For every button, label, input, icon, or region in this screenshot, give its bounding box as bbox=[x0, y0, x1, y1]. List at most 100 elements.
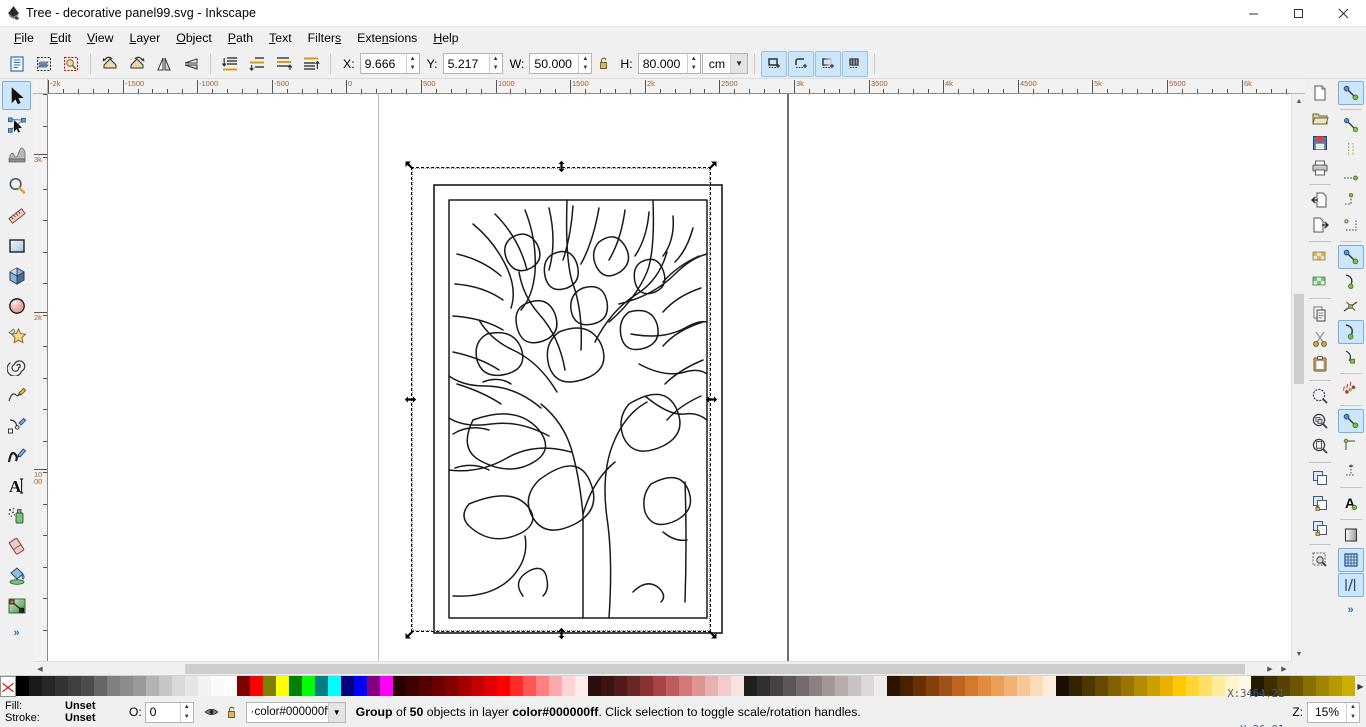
snap-enable-icon[interactable] bbox=[1337, 81, 1364, 105]
palette-swatch[interactable] bbox=[133, 676, 146, 696]
palette-swatch[interactable] bbox=[588, 676, 601, 696]
menu-edit[interactable]: Edit bbox=[42, 29, 79, 47]
vertical-scroll-thumb[interactable] bbox=[1294, 294, 1304, 384]
opacity-input[interactable] bbox=[145, 702, 180, 722]
undo-icon[interactable] bbox=[1307, 245, 1333, 269]
palette-swatch[interactable] bbox=[926, 676, 939, 696]
palette-swatch[interactable] bbox=[211, 676, 224, 696]
horizontal-scrollbar[interactable]: ◀ ▶ ▶ bbox=[33, 661, 1291, 675]
snap-bbox-edge-midpoints-icon[interactable] bbox=[1338, 188, 1364, 212]
palette-swatch[interactable] bbox=[1004, 676, 1017, 696]
cut-icon[interactable] bbox=[1307, 327, 1333, 351]
layer-selector[interactable]: ·color#000000ff ▼ bbox=[245, 701, 346, 723]
palette-swatch[interactable] bbox=[822, 676, 835, 696]
palette-swatch[interactable] bbox=[458, 676, 471, 696]
zoom-input[interactable] bbox=[1308, 702, 1346, 722]
snap-bbox-centers-icon[interactable] bbox=[1338, 213, 1364, 237]
palette-swatch[interactable] bbox=[289, 676, 302, 696]
zoom-field[interactable]: ▲▼ bbox=[1307, 701, 1360, 723]
snap-guides-icon[interactable] bbox=[1337, 573, 1364, 597]
x-spin-up[interactable]: ▲ bbox=[407, 54, 419, 64]
fill-value[interactable]: Unset bbox=[65, 700, 123, 712]
right-dock-overflow-button[interactable]: » bbox=[1347, 604, 1353, 616]
snap-text-baseline-icon[interactable]: A bbox=[1338, 491, 1364, 515]
menu-filters[interactable]: Filters bbox=[300, 29, 349, 47]
palette-swatch[interactable] bbox=[1342, 676, 1355, 696]
eye-icon[interactable] bbox=[202, 699, 222, 725]
palette-swatch[interactable] bbox=[523, 676, 536, 696]
palette-swatch[interactable] bbox=[94, 676, 107, 696]
palette-swatch[interactable] bbox=[159, 676, 172, 696]
palette-swatch[interactable] bbox=[172, 676, 185, 696]
palette-swatch[interactable] bbox=[939, 676, 952, 696]
palette-swatch[interactable] bbox=[1134, 676, 1147, 696]
copy-icon[interactable] bbox=[1307, 302, 1333, 326]
palette-swatch[interactable] bbox=[718, 676, 731, 696]
zoom-page-icon[interactable] bbox=[1307, 434, 1333, 458]
menu-path[interactable]: Path bbox=[220, 29, 261, 47]
scroll-left-arrow[interactable]: ◀ bbox=[33, 662, 47, 676]
bezier-pen-tool[interactable] bbox=[2, 411, 31, 440]
snap-rotation-centers-icon[interactable] bbox=[1337, 409, 1364, 433]
w-spinner[interactable]: ▲ ▼ bbox=[578, 54, 592, 73]
palette-swatch[interactable] bbox=[1082, 676, 1095, 696]
opacity-spinner[interactable]: ▲ ▼ bbox=[179, 702, 193, 722]
node-tool[interactable] bbox=[2, 111, 31, 140]
rectangle-tool[interactable] bbox=[2, 231, 31, 260]
fill-stroke-values[interactable]: Unset Unset bbox=[65, 700, 123, 724]
palette-swatch[interactable] bbox=[445, 676, 458, 696]
y-spin-up[interactable]: ▲ bbox=[490, 54, 502, 64]
layer-chevron-down-icon[interactable]: ▼ bbox=[327, 702, 345, 722]
palette-swatch[interactable] bbox=[432, 676, 445, 696]
pencil-tool[interactable] bbox=[2, 381, 31, 410]
palette-swatch[interactable] bbox=[328, 676, 341, 696]
snap-smooth-nodes-icon[interactable] bbox=[1337, 320, 1364, 344]
zoom-drawing-icon[interactable] bbox=[1307, 409, 1333, 433]
selection-handle-se[interactable] bbox=[705, 627, 718, 640]
palette-swatch[interactable] bbox=[887, 676, 900, 696]
snap-page-border-icon[interactable] bbox=[1338, 523, 1364, 547]
affect-rounded-corners-icon[interactable] bbox=[788, 50, 815, 77]
palette-swatch[interactable] bbox=[224, 676, 237, 696]
x-spin-down[interactable]: ▼ bbox=[407, 64, 419, 74]
palette-swatch[interactable] bbox=[42, 676, 55, 696]
spray-tool[interactable] bbox=[2, 501, 31, 530]
palette-swatch[interactable] bbox=[302, 676, 315, 696]
zoom-spin-up[interactable]: ▲ bbox=[1347, 703, 1359, 713]
palette-swatch[interactable] bbox=[1186, 676, 1199, 696]
palette-swatch[interactable] bbox=[627, 676, 640, 696]
stroke-value[interactable]: Unset bbox=[65, 712, 123, 724]
palette-swatch[interactable] bbox=[809, 676, 822, 696]
h-field[interactable]: ▲▼ bbox=[637, 53, 701, 74]
y-field[interactable]: ▲▼ bbox=[442, 53, 503, 74]
palette-swatch[interactable] bbox=[861, 676, 874, 696]
select-all-icon[interactable] bbox=[4, 51, 30, 77]
duplicate-icon[interactable] bbox=[1307, 466, 1333, 490]
calligraphy-tool[interactable] bbox=[2, 441, 31, 470]
palette-swatch[interactable] bbox=[406, 676, 419, 696]
h-spin-down[interactable]: ▼ bbox=[688, 64, 700, 74]
palette-swatch[interactable] bbox=[640, 676, 653, 696]
import-icon[interactable] bbox=[1307, 188, 1333, 212]
palette-swatch[interactable] bbox=[263, 676, 276, 696]
palette-swatch[interactable] bbox=[120, 676, 133, 696]
snap-text-anchors-icon[interactable] bbox=[1338, 459, 1364, 483]
star-tool[interactable] bbox=[2, 321, 31, 350]
palette-swatch[interactable] bbox=[705, 676, 718, 696]
palette-swatch[interactable] bbox=[965, 676, 978, 696]
palette-swatch[interactable] bbox=[146, 676, 159, 696]
palette-swatch[interactable] bbox=[1316, 676, 1329, 696]
palette-swatch[interactable] bbox=[16, 676, 29, 696]
lower-to-bottom-icon[interactable] bbox=[217, 51, 243, 77]
palette-swatch[interactable] bbox=[55, 676, 68, 696]
x-field[interactable]: ▲▼ bbox=[359, 53, 420, 74]
snap-nodes-cusp-icon[interactable] bbox=[1338, 434, 1364, 458]
palette-swatch[interactable] bbox=[978, 676, 991, 696]
palette-swatch[interactable] bbox=[185, 676, 198, 696]
export-icon[interactable] bbox=[1307, 213, 1333, 237]
save-document-icon[interactable] bbox=[1307, 131, 1333, 155]
palette-swatch[interactable] bbox=[1173, 676, 1186, 696]
palette-swatch[interactable] bbox=[367, 676, 380, 696]
selection-handle-s[interactable] bbox=[555, 627, 568, 640]
palette-swatch[interactable] bbox=[757, 676, 770, 696]
